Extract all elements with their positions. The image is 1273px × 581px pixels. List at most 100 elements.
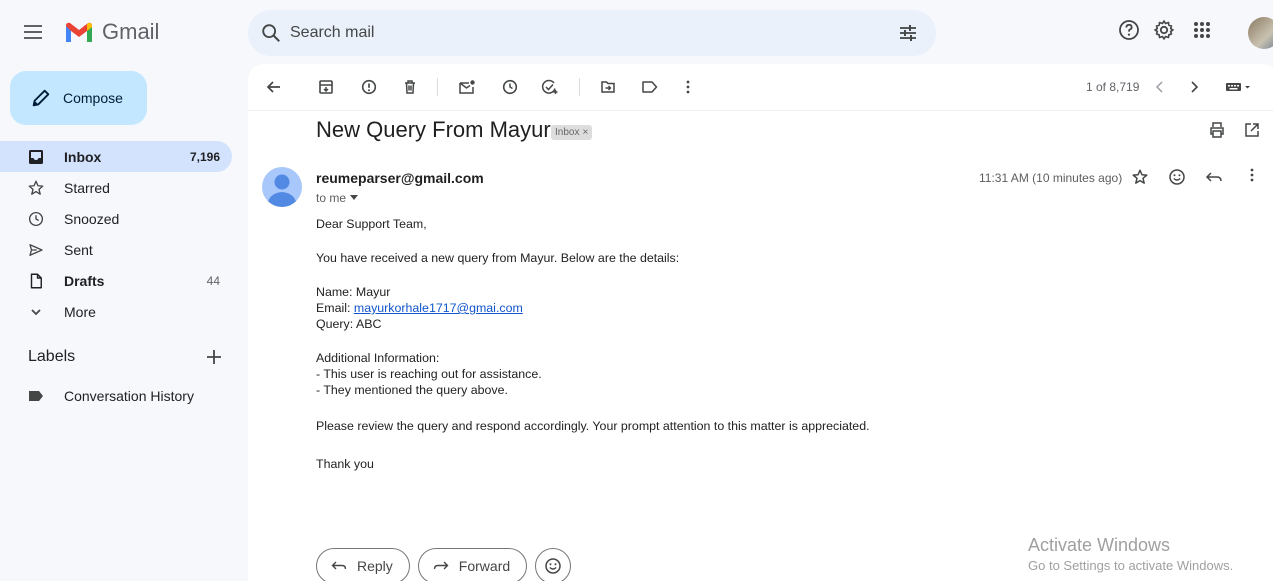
body-email-prefix: Email: (316, 301, 354, 315)
email-subject: New Query From Mayur (316, 117, 551, 142)
trash-icon (405, 80, 415, 94)
mark-unread-button[interactable] (457, 77, 477, 97)
hamburger-menu-icon (24, 25, 42, 39)
recipient-details[interactable]: to me (316, 191, 359, 205)
remove-label-button[interactable]: × (582, 127, 588, 138)
email-body: Dear Support Team, You have received a n… (316, 216, 870, 472)
sidebar-item-drafts[interactable]: Drafts 44 (0, 265, 232, 296)
plus-icon (207, 350, 221, 364)
search-bar[interactable] (248, 10, 936, 56)
report-spam-button[interactable] (359, 77, 379, 97)
emoji-icon (545, 558, 561, 574)
body-greeting: Dear Support Team, (316, 217, 427, 231)
message-view: 1 of 8,719 New Query From Mayur Inbox × … (248, 64, 1273, 581)
sidebar-nav: Inbox 7,196 Starred Snoozed Sent Drafts … (0, 141, 232, 327)
forward-icon (433, 561, 449, 570)
gmail-logo[interactable]: Gmail (64, 19, 159, 45)
compose-label: Compose (63, 90, 123, 106)
reply-button[interactable] (1205, 168, 1223, 186)
open-in-new-icon (1245, 123, 1259, 137)
printer-icon (1210, 122, 1224, 138)
pencil-icon (32, 89, 50, 107)
toolbar-divider-line (248, 110, 1273, 111)
body-signoff: Thank you (316, 457, 374, 471)
sidebar-item-label: More (64, 303, 96, 320)
snooze-button[interactable] (500, 77, 520, 97)
apps-button[interactable] (1190, 18, 1214, 42)
body-closing: Please review the query and respond acco… (316, 419, 870, 433)
body-query: Query: ABC (316, 317, 382, 331)
sidebar-item-snoozed[interactable]: Snoozed (0, 203, 232, 234)
body-intro: You have received a new query from Mayur… (316, 251, 680, 265)
reply-pill-button[interactable]: Reply (316, 548, 410, 581)
label-outline-icon (642, 81, 658, 93)
sender-email-link[interactable]: mayurkorhale1717@gmai.com (354, 301, 523, 315)
pagination-count: 1 of 8,719 (1086, 80, 1140, 94)
sidebar-item-starred[interactable]: Starred (0, 172, 232, 203)
new-window-button[interactable] (1243, 121, 1261, 139)
unread-count: 7,196 (189, 149, 220, 164)
label-tag-icon (26, 390, 46, 402)
labels-button[interactable] (640, 77, 660, 97)
account-avatar[interactable] (1248, 17, 1273, 49)
app-name: Gmail (102, 19, 160, 44)
archive-button[interactable] (316, 77, 336, 97)
sidebar-item-label: Conversation History (64, 388, 194, 404)
labels-heading: Labels (28, 348, 76, 365)
support-button[interactable] (1117, 18, 1141, 42)
clock-icon (502, 79, 518, 95)
move-to-folder-icon (601, 81, 615, 93)
back-button[interactable] (264, 77, 284, 97)
create-label-button[interactable] (205, 348, 223, 366)
reply-label: Reply (357, 558, 393, 574)
settings-button[interactable] (1152, 18, 1176, 42)
search-icon[interactable] (260, 22, 282, 44)
newer-button[interactable] (1150, 77, 1170, 97)
sidebar-item-inbox[interactable]: Inbox 7,196 (0, 141, 232, 172)
inbox-icon (26, 147, 46, 167)
sidebar-item-label: Inbox (64, 148, 102, 165)
sidebar-label-conversation-history[interactable]: Conversation History (26, 384, 194, 408)
body-email-line: Email: mayurkorhale1717@gmai.com (316, 300, 870, 316)
toolbar-divider (437, 78, 438, 96)
compose-button[interactable]: Compose (10, 71, 147, 125)
recipient-label: to me (316, 191, 347, 205)
arrow-left-icon (266, 81, 280, 93)
more-options-button[interactable] (678, 77, 698, 97)
move-to-button[interactable] (598, 77, 618, 97)
star-icon (26, 178, 46, 198)
forward-pill-button[interactable]: Forward (417, 548, 528, 581)
mail-unread-icon (459, 80, 475, 94)
report-icon (361, 79, 377, 95)
body-additional-heading: Additional Information: (316, 351, 440, 365)
search-options-icon[interactable] (896, 21, 920, 45)
search-input[interactable] (290, 22, 850, 44)
add-to-tasks-button[interactable] (540, 77, 560, 97)
archive-icon (319, 80, 333, 94)
sidebar-item-sent[interactable]: Sent (0, 234, 232, 265)
delete-button[interactable] (400, 77, 420, 97)
watermark-title: Activate Windows (1028, 535, 1171, 555)
person-icon (267, 174, 297, 207)
sender-email[interactable]: reumeparser@gmail.com (316, 170, 484, 186)
more-vertical-icon (686, 80, 690, 94)
add-task-icon (541, 79, 558, 94)
star-button[interactable] (1131, 168, 1149, 186)
react-pill-button[interactable] (535, 548, 572, 581)
sidebar-item-more[interactable]: More (0, 296, 232, 327)
help-circle-icon (1119, 20, 1139, 40)
sender-avatar[interactable] (262, 167, 302, 207)
send-icon (26, 240, 46, 260)
sidebar-item-label: Drafts (64, 272, 105, 289)
main-menu-button[interactable] (18, 16, 50, 48)
message-more-button[interactable] (1250, 168, 1254, 182)
draft-count: 44 (206, 273, 220, 288)
top-bar: Gmail (0, 0, 1273, 64)
clock-icon (26, 209, 46, 229)
input-tools-button[interactable] (1222, 77, 1258, 97)
chevron-right-icon (1191, 81, 1199, 93)
older-button[interactable] (1184, 77, 1204, 97)
add-reaction-button[interactable] (1168, 168, 1186, 186)
inbox-label-chip: Inbox × (551, 125, 593, 140)
print-all-button[interactable] (1208, 121, 1226, 139)
